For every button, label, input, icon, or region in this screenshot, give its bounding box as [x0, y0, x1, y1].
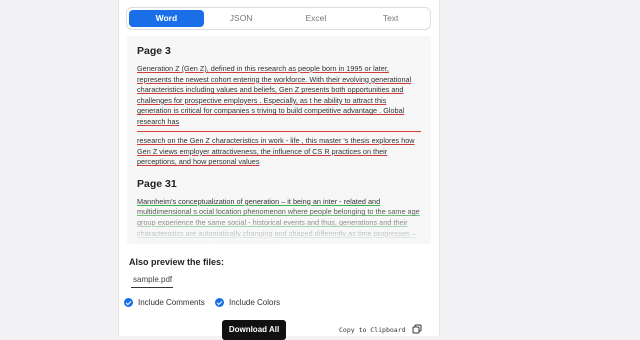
format-tabs: Word JSON Excel Text: [126, 7, 431, 30]
check-icon[interactable]: [215, 298, 224, 307]
include-colors-option[interactable]: Include Colors: [215, 298, 280, 307]
document-preview[interactable]: Page 3 Generation Z (Gen Z), defined in …: [127, 36, 431, 244]
tab-json[interactable]: JSON: [204, 10, 279, 27]
page3-paragraph-1: Generation Z (Gen Z), defined in this re…: [137, 64, 412, 126]
file-selected-indicator: [131, 287, 173, 289]
page3-paragraph-2: research on the Gen Z characteristics in…: [137, 135, 415, 167]
section-divider: [137, 130, 421, 132]
files-heading: Also preview the files:: [129, 257, 225, 267]
preview-fade: [127, 204, 431, 244]
check-icon[interactable]: [124, 298, 133, 307]
tab-text[interactable]: Text: [353, 10, 428, 27]
copy-icon[interactable]: [412, 324, 422, 334]
download-all-button[interactable]: Download All: [222, 320, 286, 340]
tab-excel[interactable]: Excel: [279, 10, 354, 27]
tab-word[interactable]: Word: [129, 10, 204, 27]
include-colors-label: Include Colors: [229, 298, 281, 307]
copy-to-clipboard-button[interactable]: Copy to Clipboard: [339, 326, 406, 334]
page-title-31: Page 31: [137, 177, 177, 190]
include-comments-option[interactable]: Include Comments: [124, 298, 205, 307]
page-title-3: Page 3: [137, 45, 171, 57]
include-comments-label: Include Comments: [138, 298, 205, 307]
file-link[interactable]: sample.pdf: [133, 275, 172, 284]
